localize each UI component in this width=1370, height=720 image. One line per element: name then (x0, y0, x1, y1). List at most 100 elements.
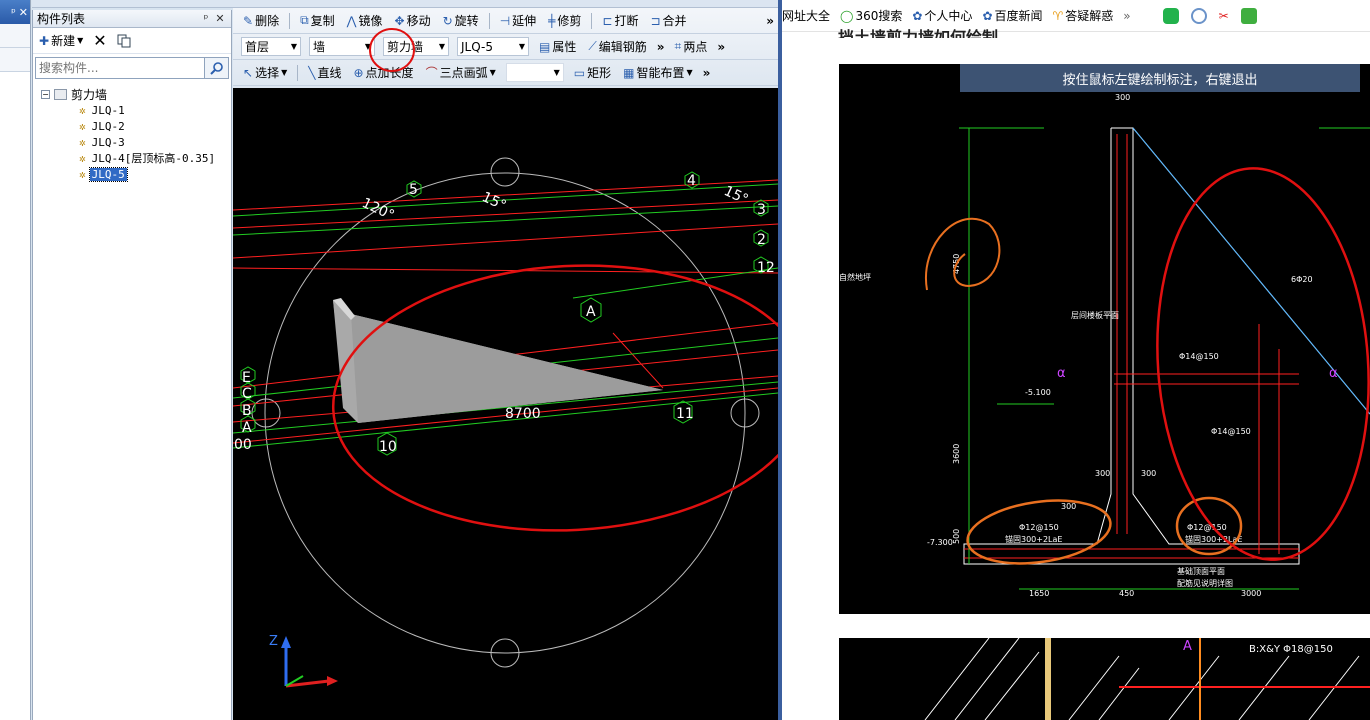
new-component-button[interactable]: ✚ 新建 ▼ (37, 31, 85, 51)
component-list-panel: 构件列表 ᵖ ✕ ✚ 新建 ▼ ✕ − (32, 10, 232, 720)
rect-button[interactable]: ▭ 矩形 (572, 63, 613, 83)
folder-icon (54, 88, 67, 100)
point-length-button[interactable]: ⊕ 点加长度 (351, 63, 415, 83)
rotate-label: 旋转 (454, 14, 479, 28)
type-select[interactable]: 墙 ▼ (309, 37, 375, 56)
extend-icon: ⊣ (499, 13, 511, 28)
panel-pin-icon[interactable]: ᵖ (199, 12, 213, 25)
rebar-text: 6Φ20 (1291, 275, 1313, 284)
dim-text: 450 (1119, 589, 1134, 598)
arc-options-select[interactable]: ▼ (505, 63, 564, 82)
tree-item[interactable]: ✲ JLQ-2 (33, 118, 231, 134)
block-icon[interactable] (1190, 7, 1207, 24)
chevron-down-icon: ▼ (489, 68, 496, 77)
point-length-label: 点加长度 (365, 66, 414, 80)
anchor-text: 锚固300+2LaE (1005, 534, 1062, 544)
rotate-button[interactable]: ↻ 旋转 (441, 11, 481, 31)
chevron-down-icon: ▼ (281, 68, 288, 77)
chevron-down-icon: ▼ (77, 36, 84, 45)
component-search-input[interactable] (35, 57, 205, 79)
toolbar-overflow-button[interactable]: » (717, 40, 725, 54)
new-icon: ✚ (39, 33, 50, 48)
left-dock-pin-icon[interactable]: ᵖ (11, 6, 16, 19)
copy-label: 复制 (310, 14, 335, 28)
search-button[interactable] (205, 57, 229, 79)
tree-item-label: JLQ-3 (91, 135, 125, 149)
tree-root-label: 剪力墙 (71, 87, 108, 102)
mirror-button[interactable]: ⋀ 镜像 (345, 11, 385, 31)
delete-component-button[interactable]: ✕ (91, 31, 108, 51)
subtype-select[interactable]: 剪力墙 ▼ (383, 37, 449, 56)
tree-item[interactable]: ✲ JLQ-4[层顶标高-0.35] (33, 150, 231, 166)
left-dock-close-icon[interactable]: ✕ (19, 6, 28, 19)
delete-button[interactable]: ✎ 删除 (241, 11, 281, 31)
separator (289, 12, 291, 29)
merge-button[interactable]: ⊐ 合并 (648, 11, 688, 31)
bookmark-item[interactable]: 网址大全 (782, 7, 830, 24)
two-point-icon: ⌗ (674, 39, 682, 53)
toolbar-overflow-button[interactable]: » (766, 14, 774, 28)
line-label: 直线 (317, 66, 342, 80)
select-button[interactable]: ↖ 选择 ▼ (241, 63, 289, 83)
merge-icon: ⊐ (650, 13, 661, 28)
toolbar-overflow-button[interactable]: » (703, 66, 711, 80)
bookmark-item[interactable]: ◯ 360搜索 (840, 7, 902, 24)
axis-label: 4 (687, 173, 696, 189)
rect-label: 矩形 (587, 66, 612, 80)
paw-icon: ✿ (912, 8, 923, 23)
add-extension-icon[interactable] (1240, 7, 1257, 24)
collapse-icon[interactable]: − (41, 89, 50, 99)
top-cutoff-toolbar (32, 0, 778, 8)
floor-select[interactable]: 首层 ▼ (241, 37, 301, 56)
separator (488, 12, 490, 29)
bookmark-overflow-button[interactable]: » (1123, 9, 1130, 23)
copy-component-button[interactable] (115, 31, 133, 51)
lightbulb-icon: ♈ (1052, 8, 1064, 23)
bookmark-item[interactable]: ✿ 个人中心 (912, 7, 972, 24)
copy-button[interactable]: ⧉ 复制 (298, 11, 337, 31)
eraser-icon: ✎ (243, 13, 254, 28)
rebar-icon: ⟋ (588, 39, 597, 53)
tree-node-shear-wall[interactable]: − 剪力墙 (33, 86, 231, 102)
properties-button[interactable]: ▤ 属性 (537, 37, 578, 57)
edit-rebar-button[interactable]: ⟋ 编辑钢筋 (586, 37, 648, 57)
trim-button[interactable]: ╪ 修剪 (546, 11, 583, 31)
browser-extension-icons: ✂ (1162, 7, 1257, 24)
two-point-button[interactable]: ⌗ 两点 (673, 37, 710, 57)
tree-item-selected[interactable]: ✲ JLQ-5 (33, 166, 231, 182)
tree-item[interactable]: ✲ JLQ-1 (33, 102, 231, 118)
toolbar-overflow-button[interactable]: » (657, 40, 665, 54)
break-button[interactable]: ⊏ 打断 (600, 11, 640, 31)
floor-value: 首层 (245, 40, 270, 54)
extend-button[interactable]: ⊣ 延伸 (498, 11, 538, 31)
axis-label: 3 (757, 202, 766, 218)
left-dock-row[interactable] (0, 48, 30, 72)
break-label: 打断 (614, 14, 639, 28)
panel-close-icon[interactable]: ✕ (213, 12, 227, 25)
wall-section-bar (1045, 638, 1051, 720)
component-select[interactable]: JLQ-5 ▼ (457, 37, 529, 56)
image-tooltip: 按住鼠标左键绘制标注，右键退出 (960, 64, 1360, 92)
wechat-icon[interactable] (1162, 7, 1179, 24)
bookmark-item[interactable]: ✿ 百度新闻 (982, 7, 1042, 24)
axis-label: 00 (234, 437, 252, 453)
gear-icon: ✲ (79, 135, 86, 149)
arc-button[interactable]: ⌒ 三点画弧 ▼ (424, 63, 498, 83)
scissors-icon[interactable]: ✂ (1219, 9, 1229, 23)
dim-text: 300 (1095, 469, 1110, 478)
search-icon (209, 62, 223, 75)
move-button[interactable]: ✥ 移动 (393, 11, 433, 31)
chevron-down-icon: ▼ (686, 68, 693, 77)
paw-icon: ✿ (982, 8, 993, 23)
left-dock-row[interactable] (0, 24, 30, 48)
bookmark-item[interactable]: ♈ 答疑解惑 (1053, 7, 1114, 24)
line-button[interactable]: ╲ 直线 (306, 63, 343, 83)
smart-layout-button[interactable]: ▦ 智能布置 ▼ (621, 63, 695, 83)
rect-icon: ▭ (573, 65, 586, 80)
second-drawing: B:X&Y Φ18@150 A (924, 638, 1370, 720)
rebar-line (1119, 686, 1370, 688)
draw-toolbar: ↖ 选择 ▼ ╲ 直线 ⊕ 点加长度 ⌒ 三点画弧 ▼ ▼ ▭ 矩形 ▦ 智能布置 ▼ » (233, 60, 778, 86)
section-mark: α (1329, 366, 1338, 381)
tree-item[interactable]: ✲ JLQ-3 (33, 134, 231, 150)
cad-canvas[interactable]: 120° 15° 15° 5 4 3 2 12 A E C B A 00 10 … (233, 88, 778, 720)
